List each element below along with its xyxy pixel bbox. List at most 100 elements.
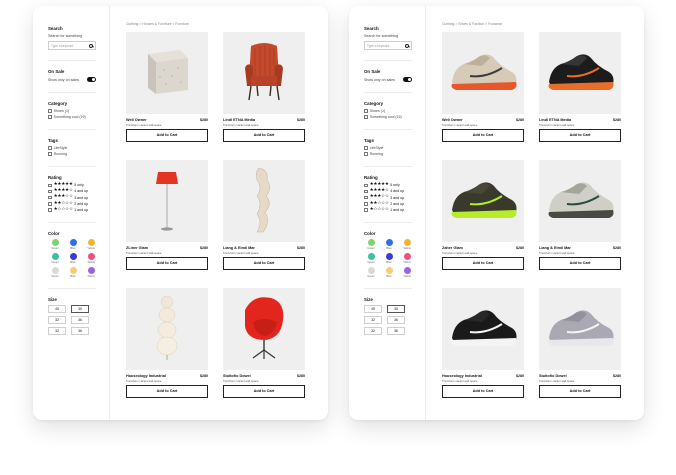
color-swatch[interactable]: Green: [364, 267, 378, 278]
color-dot[interactable]: [403, 267, 411, 275]
checkbox[interactable]: [364, 115, 368, 119]
tag-option[interactable]: Running: [48, 152, 109, 156]
product-card[interactable]: Well Owner Transform vacant wall space $28…: [442, 32, 524, 142]
checkbox[interactable]: [364, 109, 368, 113]
checkbox[interactable]: [364, 183, 368, 188]
rating-option[interactable]: ★★★★★ 5 only: [48, 182, 109, 188]
add-to-cart-button[interactable]: Add to Cart: [223, 384, 305, 398]
add-to-cart-button[interactable]: Add to Cart: [539, 384, 621, 398]
product-card[interactable]: Liang & Eimil Mar Transform vacant wall s…: [223, 160, 305, 270]
color-dot[interactable]: [51, 253, 59, 261]
checkbox[interactable]: [48, 146, 52, 150]
product-card[interactable]: ZLiner Glam Transform vacant wall space $2…: [126, 160, 208, 270]
product-image[interactable]: [223, 160, 305, 242]
checkbox[interactable]: [48, 189, 52, 194]
product-name[interactable]: Lindl ETNA Media: [223, 118, 259, 122]
product-card[interactable]: Liang & Eimil Mar Transform vacant wall s…: [539, 160, 621, 270]
size-option[interactable]: 35: [71, 305, 89, 314]
rating-option[interactable]: ★★★☆☆ 3 and up: [364, 195, 425, 200]
checkbox[interactable]: [48, 152, 52, 156]
checkbox[interactable]: [48, 115, 52, 119]
search-icon[interactable]: [405, 43, 409, 48]
search-input[interactable]: Type a keyword: [364, 41, 412, 50]
product-card[interactable]: Houseology Industrial Transform vacant wa…: [442, 288, 524, 398]
product-image[interactable]: [442, 160, 524, 242]
category-option[interactable]: Something cool (19): [48, 115, 109, 119]
product-card[interactable]: Lindl ETNA Media Transform vacant wall sp…: [539, 32, 621, 142]
product-image[interactable]: [126, 32, 208, 114]
product-name[interactable]: Houseology Industrial: [126, 374, 166, 378]
size-option[interactable]: 32: [48, 316, 66, 325]
product-card[interactable]: Lindl ETNA Media Transform vacant wall sp…: [223, 32, 305, 142]
product-name[interactable]: Well Owner: [126, 118, 162, 122]
search-icon[interactable]: [89, 43, 93, 48]
category-option[interactable]: Shoes (1): [364, 109, 425, 113]
breadcrumb[interactable]: Clothing > Houses & Furniture > Furnitur…: [126, 22, 189, 26]
color-swatch[interactable]: Yellow: [84, 239, 98, 250]
color-swatch[interactable]: Blue: [382, 267, 396, 278]
checkbox[interactable]: [364, 189, 368, 194]
product-image[interactable]: [442, 32, 524, 114]
add-to-cart-button[interactable]: Add to Cart: [126, 128, 208, 142]
product-image[interactable]: [539, 160, 621, 242]
color-swatch[interactable]: Green: [48, 253, 62, 264]
color-swatch[interactable]: Green: [48, 267, 62, 278]
rating-option[interactable]: ★★★★★ 5 only: [364, 182, 425, 188]
product-name[interactable]: Stultofio Dowel: [539, 374, 575, 378]
color-dot[interactable]: [385, 267, 393, 275]
color-dot[interactable]: [367, 253, 375, 261]
add-to-cart-button[interactable]: Add to Cart: [223, 128, 305, 142]
product-card[interactable]: Houseology Industrial Transform vacant wa…: [126, 288, 208, 398]
color-dot[interactable]: [87, 239, 95, 247]
color-swatch[interactable]: Blue: [66, 253, 80, 264]
checkbox[interactable]: [364, 195, 368, 200]
category-option[interactable]: Shoes (1): [48, 109, 109, 113]
checkbox[interactable]: [48, 183, 52, 188]
product-image[interactable]: [223, 32, 305, 114]
size-option[interactable]: 32: [48, 327, 66, 336]
tag-option[interactable]: LifeStyle: [364, 146, 425, 150]
product-name[interactable]: Stultofio Dowel: [223, 374, 259, 378]
rating-option[interactable]: ★★☆☆☆ 2 and up: [48, 201, 109, 207]
checkbox[interactable]: [364, 202, 368, 206]
product-name[interactable]: Liang & Eimil Mar: [223, 246, 259, 250]
product-image[interactable]: [223, 288, 305, 370]
add-to-cart-button[interactable]: Add to Cart: [126, 256, 208, 270]
color-swatch[interactable]: Yellow: [84, 267, 98, 278]
color-dot[interactable]: [69, 267, 77, 275]
rating-option[interactable]: ★☆☆☆☆ 1 and up: [364, 207, 425, 213]
add-to-cart-button[interactable]: Add to Cart: [442, 256, 524, 270]
product-image[interactable]: [126, 288, 208, 370]
product-card[interactable]: Stultofio Dowel Transform vacant wall spa…: [539, 288, 621, 398]
color-dot[interactable]: [403, 239, 411, 247]
onsale-toggle[interactable]: [87, 77, 96, 82]
color-dot[interactable]: [367, 267, 375, 275]
color-swatch[interactable]: Blue: [382, 253, 396, 264]
color-swatch[interactable]: Yellow: [400, 239, 414, 250]
checkbox[interactable]: [48, 208, 52, 212]
size-option[interactable]: 45: [364, 305, 382, 314]
size-option[interactable]: 36: [387, 316, 405, 325]
add-to-cart-button[interactable]: Add to Cart: [539, 256, 621, 270]
color-swatch[interactable]: Blue: [66, 239, 80, 250]
color-dot[interactable]: [69, 253, 77, 261]
add-to-cart-button[interactable]: Add to Cart: [539, 128, 621, 142]
color-dot[interactable]: [51, 239, 59, 247]
size-option[interactable]: 35: [387, 305, 405, 314]
checkbox[interactable]: [364, 146, 368, 150]
product-name[interactable]: Liang & Eimil Mar: [539, 246, 575, 250]
product-name[interactable]: ZLiner Glam: [126, 246, 162, 250]
size-option[interactable]: 45: [48, 305, 66, 314]
color-dot[interactable]: [69, 239, 77, 247]
color-swatch[interactable]: Blue: [66, 267, 80, 278]
add-to-cart-button[interactable]: Add to Cart: [442, 128, 524, 142]
size-option[interactable]: 32: [364, 316, 382, 325]
product-card[interactable]: Well Owner Transform vacant wall space $28…: [126, 32, 208, 142]
size-option[interactable]: 36: [387, 327, 405, 336]
tag-option[interactable]: LifeStyle: [48, 146, 109, 150]
product-card[interactable]: Stultofio Dowel Transform vacant wall spa…: [223, 288, 305, 398]
product-image[interactable]: [126, 160, 208, 242]
search-input[interactable]: Type a keyword: [48, 41, 96, 50]
color-dot[interactable]: [87, 253, 95, 261]
breadcrumb[interactable]: Clothing > Shoes & Fashion > Footwear: [442, 22, 502, 26]
